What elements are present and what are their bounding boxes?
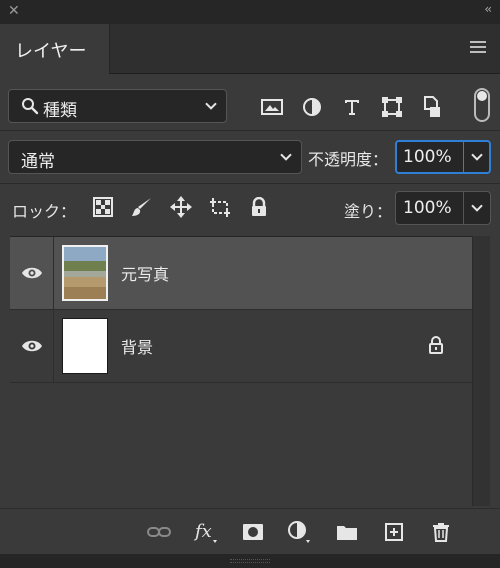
fill-input[interactable]: 100%: [395, 191, 491, 225]
link-icon[interactable]: [135, 519, 182, 545]
chevron-down-icon[interactable]: [470, 200, 484, 214]
folder-icon[interactable]: [323, 519, 370, 545]
adjustment-icon[interactable]: [292, 93, 332, 121]
chevron-down-icon: [205, 102, 217, 110]
svg-text:fx: fx: [193, 521, 212, 542]
fx-icon[interactable]: fx: [182, 519, 229, 545]
layers-footer: fx: [0, 508, 500, 554]
mask-icon[interactable]: [229, 519, 276, 545]
layer-row[interactable]: 背景: [10, 310, 472, 382]
filter-toggle-switch[interactable]: [474, 88, 490, 122]
layer-divider: [10, 382, 472, 383]
shape-icon[interactable]: [372, 93, 412, 121]
divider: [0, 130, 500, 131]
new-layer-icon[interactable]: [370, 519, 417, 545]
layer-thumbnail[interactable]: [62, 245, 108, 301]
blend-mode-value: 通常: [21, 152, 55, 172]
footer-icons: fx: [135, 519, 464, 545]
lock-all-icon[interactable]: [239, 194, 278, 220]
tab-layers[interactable]: レイヤー: [0, 24, 110, 74]
fill-value: 100%: [403, 198, 452, 218]
collapse-panel-icon[interactable]: ‹‹: [484, 2, 491, 16]
adjustment-layer-icon[interactable]: [276, 519, 323, 545]
layer-row[interactable]: 元写真: [10, 237, 472, 309]
layer-lock-icon[interactable]: [428, 336, 444, 354]
eye-icon: [21, 340, 42, 352]
filter-kind-value: 種類: [43, 101, 77, 121]
close-icon[interactable]: ✕: [8, 3, 24, 19]
layers-panel: ✕ ‹‹ レイヤー 種類 通常 不透明度： 100% ロック： 塗り： 100%…: [0, 0, 500, 568]
lock-artboard-icon[interactable]: [200, 194, 239, 220]
filter-kind-dropdown[interactable]: 種類: [8, 89, 227, 123]
menu-icon[interactable]: [470, 41, 486, 53]
fill-label: 塗り：: [344, 202, 393, 221]
chevron-down-icon: [280, 153, 292, 161]
opacity-label: 不透明度：: [308, 150, 389, 169]
image-icon[interactable]: [252, 93, 292, 121]
panel-tabbar: レイヤー: [0, 24, 500, 74]
layer-thumbnail[interactable]: [62, 318, 108, 374]
lock-position-icon[interactable]: [161, 194, 200, 220]
chevron-down-icon[interactable]: [470, 149, 484, 163]
divider: [0, 183, 500, 184]
lock-transparency-icon[interactable]: [83, 194, 122, 220]
lock-label: ロック：: [12, 202, 77, 221]
trash-icon[interactable]: [417, 519, 464, 545]
eye-icon: [21, 267, 42, 279]
layers-list: 元写真 背景: [10, 236, 472, 506]
blend-mode-dropdown[interactable]: 通常: [8, 140, 302, 174]
layer-name[interactable]: 背景: [121, 334, 153, 358]
opacity-input[interactable]: 100%: [395, 140, 491, 174]
layers-scrollbar[interactable]: [472, 236, 490, 506]
text-icon[interactable]: [332, 93, 372, 121]
filter-icons: [252, 90, 452, 124]
lock-pixels-icon[interactable]: [122, 194, 161, 220]
visibility-toggle[interactable]: [10, 310, 54, 382]
opacity-value: 100%: [403, 147, 452, 167]
panel-titlebar: ✕ ‹‹: [0, 0, 500, 24]
lock-icons: [83, 194, 278, 220]
visibility-toggle[interactable]: [10, 237, 54, 309]
photo-thumbnail-image: [64, 247, 106, 299]
layer-name[interactable]: 元写真: [121, 261, 169, 285]
smart-object-icon[interactable]: [412, 93, 452, 121]
resize-grip[interactable]: [0, 554, 500, 568]
search-icon: [22, 98, 39, 115]
tab-layers-label: レイヤー: [15, 41, 87, 62]
